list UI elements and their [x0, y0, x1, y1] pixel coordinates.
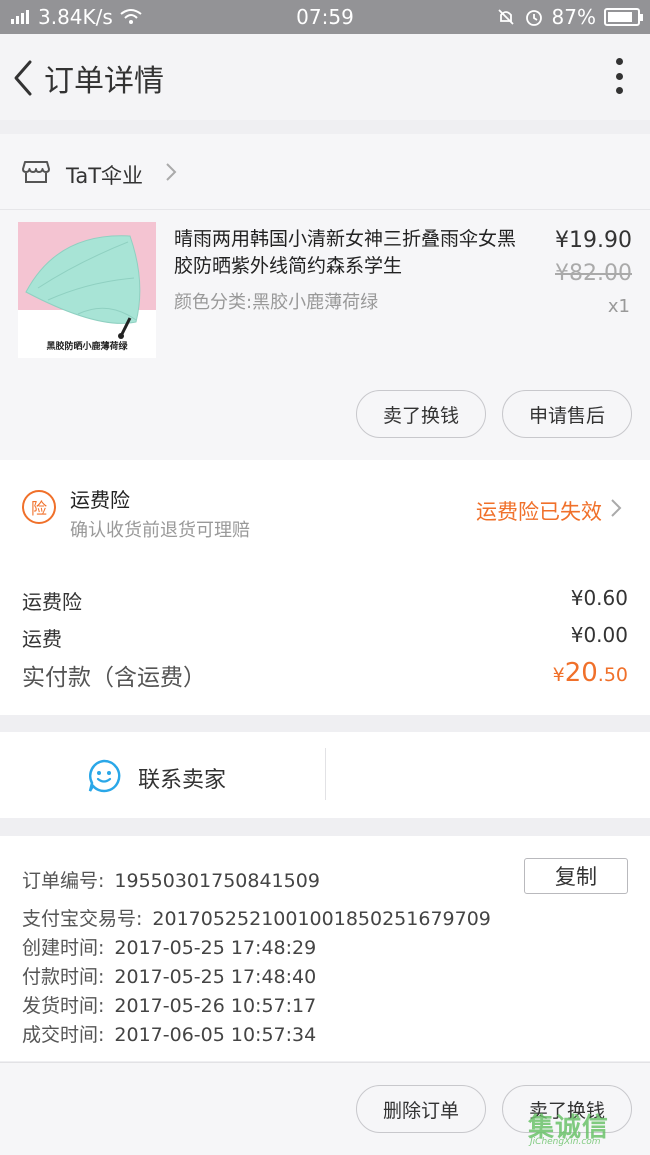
- chat-smile-icon[interactable]: [86, 758, 122, 794]
- status-bar: 3.84K/s 07:59 87%: [0, 0, 650, 34]
- paid-label: 实付款（含运费）: [22, 665, 206, 691]
- battery-icon: [604, 8, 643, 26]
- insurance-badge-icon: 险: [22, 490, 56, 524]
- resell-button[interactable]: 卖了换钱: [356, 390, 486, 438]
- order-number-value: 1955030175084150‌9: [114, 870, 320, 892]
- contact-divider: [325, 748, 326, 800]
- mute-icon: [497, 9, 514, 25]
- paid-currency: ¥: [552, 664, 565, 686]
- store-icon: [22, 161, 50, 183]
- fee-shipping-row: 运费 ¥0.00: [22, 623, 628, 652]
- alipay-number-label: 支付宝交易号:: [22, 908, 143, 930]
- shop-name: TaT伞业: [66, 164, 144, 188]
- delete-order-button[interactable]: 删除订单: [356, 1085, 486, 1133]
- shipped-time-value: 2017-05-26 10:57:17: [114, 995, 317, 1017]
- order-number-label: 订单编号:: [22, 870, 105, 892]
- insurance-subtitle: 确认收货前退货可理赔: [70, 520, 250, 541]
- paid-amount: ¥20.50: [553, 658, 628, 688]
- umbrella-image: [25, 235, 141, 339]
- battery-fill: [608, 12, 632, 22]
- product-thumbnail[interactable]: 黑胶防晒小鹿薄荷绿: [18, 222, 156, 358]
- back-arrow-icon[interactable]: [10, 58, 38, 98]
- fee-insurance-label: 运费险: [22, 590, 82, 614]
- product-price: ¥19.90: [555, 228, 632, 253]
- insurance-title: 运费险: [70, 488, 130, 512]
- completed-time-label: 成交时间:: [22, 1024, 105, 1046]
- bottom-action-bar: 删除订单 卖了换钱 集诚信 JiChengXin.com: [0, 1062, 650, 1155]
- completed-time-row: 成交时间: 2017-06-05 10:57:34: [22, 1020, 316, 1047]
- fee-shipping-label: 运费: [22, 627, 62, 651]
- fee-insurance-value: ¥0.60: [570, 586, 628, 610]
- paid-decimal: .50: [597, 664, 628, 686]
- created-time-row: 创建时间: 2017-05-25 17:48:29: [22, 933, 316, 960]
- product-variant: 颜色分类:黑胶小鹿薄荷绿: [174, 292, 379, 313]
- chevron-right-icon: [166, 163, 177, 181]
- paid-time-value: 2017-05-25 17:48:40: [114, 966, 317, 988]
- shop-row[interactable]: TaT伞业: [0, 134, 650, 210]
- created-time-value: 2017-05-25 17:48:29: [114, 937, 317, 959]
- fee-insurance-row: 运费险 ¥0.60: [22, 586, 628, 615]
- paid-time-label: 付款时间:: [22, 966, 105, 988]
- insurance-section: 险 运费险 确认收货前退货可理赔 运费险已失效 运费险 ¥0.60 运费 ¥0.…: [0, 460, 650, 715]
- product-quantity: x1: [607, 296, 630, 317]
- paid-row: 实付款（含运费） ¥20.50: [22, 658, 628, 692]
- fee-shipping-value: ¥0.00: [570, 623, 628, 647]
- battery-percent: 87%: [551, 5, 596, 29]
- paid-time-row: 付款时间: 2017-05-25 17:48:40: [22, 962, 316, 989]
- shipped-time-row: 发货时间: 2017-05-26 10:57:17: [22, 991, 316, 1018]
- status-right: 87%: [496, 5, 643, 29]
- insurance-status[interactable]: 运费险已失效: [476, 496, 602, 526]
- watermark-logo: 集诚信 JiChengXin.com: [526, 1107, 644, 1147]
- product-title[interactable]: 晴雨两用韩国小清新女神三折叠雨伞女黑胶防晒紫外线简约森系学生: [174, 226, 526, 280]
- contact-seller-button[interactable]: 联系卖家: [138, 762, 226, 794]
- alarm-icon: [525, 10, 542, 26]
- alipay-number-row: 支付宝交易号: 2017052521001001850251679709: [22, 904, 491, 931]
- chevron-right-icon[interactable]: [610, 498, 622, 518]
- order-number-row: 订单编号: 1955030175084150‌9: [22, 866, 320, 893]
- contact-section: 联系卖家: [0, 732, 650, 818]
- product-card[interactable]: 黑胶防晒小鹿薄荷绿 晴雨两用韩国小清新女神三折叠雨伞女黑胶防晒紫外线简约森系学生…: [0, 210, 650, 460]
- order-info-section: 订单编号: 1955030175084150‌9 复制 支付宝交易号: 201705…: [0, 836, 650, 1061]
- product-original-price: ¥82.00: [555, 261, 632, 286]
- paid-integer: 20: [564, 658, 598, 688]
- copy-button[interactable]: 复制: [524, 858, 628, 894]
- after-sale-button[interactable]: 申请售后: [502, 390, 632, 438]
- watermark-sub-text: JiChengXin.com: [530, 1137, 601, 1147]
- more-vertical-icon[interactable]: [614, 58, 624, 94]
- created-time-label: 创建时间:: [22, 937, 105, 959]
- completed-time-value: 2017-06-05 10:57:34: [114, 1024, 317, 1046]
- page-title: 订单详情: [44, 64, 164, 99]
- shipped-time-label: 发货时间:: [22, 995, 105, 1017]
- thumbnail-caption: 黑胶防晒小鹿薄荷绿: [46, 342, 128, 352]
- alipay-number-value: 2017052521001001850251679709: [152, 908, 491, 930]
- nav-bar: 订单详情: [0, 34, 650, 120]
